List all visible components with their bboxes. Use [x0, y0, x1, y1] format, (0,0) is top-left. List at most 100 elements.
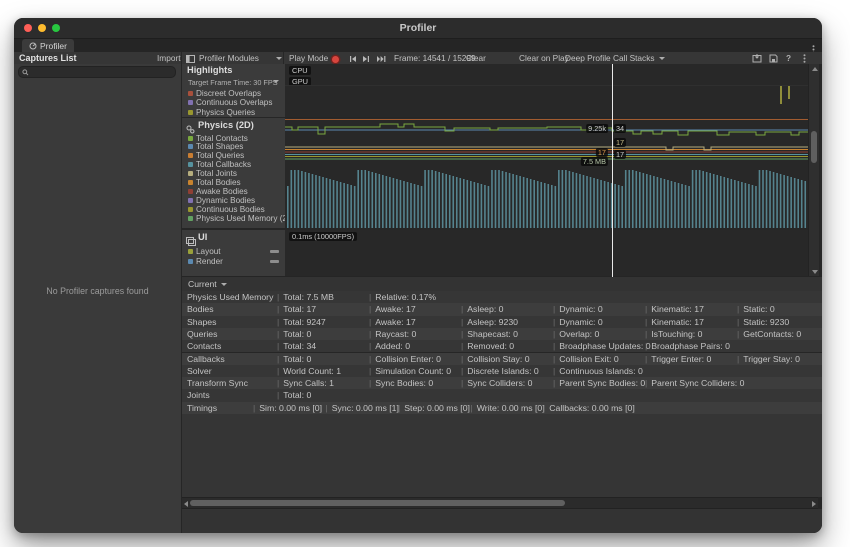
profiler-modules-arrow-icon[interactable]: [272, 52, 282, 64]
stats-cell: | GetContacts: 0: [737, 328, 802, 339]
chart-value-badge: 9.25k: [586, 124, 608, 133]
toolbar-separator: [283, 52, 284, 64]
stats-cell: | Kinematic: 17: [645, 316, 704, 327]
stats-cell: | Sync: 0.00 ms [1]: [325, 402, 399, 413]
details-horizontal-scrollbar[interactable]: [182, 497, 818, 509]
module-ui[interactable]: UI Layout Render: [182, 230, 285, 276]
stats-cell: | Awake: 17: [369, 304, 416, 315]
legend-label: Physics Queries: [196, 107, 256, 117]
stats-cell: | Sync Bodies: 0: [369, 378, 434, 389]
stats-cell: | Parent Sync Bodies: 0: [553, 378, 646, 389]
scrollbar-thumb[interactable]: [811, 131, 817, 163]
stats-row: Bodies | Total: 17 | Awake: 17 | Asleep: 0 | Dyn…: [182, 303, 822, 316]
chart-value-badge: 17: [614, 138, 627, 147]
module-title: Highlights: [187, 65, 233, 75]
play-mode-dropdown[interactable]: Play Mode: [289, 52, 339, 64]
physics2d-chart[interactable]: [285, 118, 808, 228]
stats-row-label: Transform Sync: [187, 378, 248, 389]
module-title: UI: [198, 232, 208, 242]
call-stacks-dropdown[interactable]: Call Stacks: [613, 52, 665, 64]
module-highlights[interactable]: Highlights Target Frame Time: 30 FPS Dis…: [182, 64, 285, 117]
legend-item[interactable]: Total Callbacks: [182, 160, 285, 169]
legend-item[interactable]: Continuous Bodies: [182, 205, 285, 214]
stats-row: Physics Used Memory | Total: 7.5 MB | Relati…: [182, 291, 822, 304]
stats-row: Shapes | Total: 9247 | Awake: 17 | Asleep: 923…: [182, 315, 822, 328]
legend-item[interactable]: Awake Bodies: [182, 187, 285, 196]
legend-swatch-icon: [188, 144, 193, 150]
stats-cell: | Sim: 0.00 ms [0]: [253, 402, 323, 413]
stats-cell: | Sync Colliders: 0: [461, 378, 533, 389]
legend-item[interactable]: Continuous Overlaps: [182, 98, 285, 107]
legend-label: Continuous Overlaps: [196, 98, 273, 108]
legend-item[interactable]: Total Queries: [182, 151, 285, 160]
window-title: Profiler: [399, 22, 437, 34]
legend-swatch-icon: [188, 188, 193, 194]
legend-item[interactable]: Total Contacts: [182, 134, 285, 143]
legend-swatch-icon: [188, 91, 193, 96]
stats-cell: | Added: 0: [369, 341, 411, 352]
stats-row-label: Shapes: [187, 316, 217, 327]
legend-swatch-icon: [188, 109, 193, 115]
ui-chart-time-label: 0.1ms (10000FPS): [289, 232, 358, 241]
stats-cell: | Collision Exit: 0: [553, 353, 619, 364]
scroll-down-icon[interactable]: [811, 270, 818, 274]
legend-swatch-icon: [188, 162, 193, 168]
target-frame-time-dropdown[interactable]: Target Frame Time: 30 FPS: [188, 78, 278, 87]
import-button[interactable]: Import: [157, 52, 181, 64]
module-physics2d[interactable]: Physics (2D) Total Contacts Total Shapes T…: [182, 118, 296, 228]
legend-item[interactable]: Total Shapes: [182, 142, 285, 151]
tab-label: Profiler: [40, 40, 67, 51]
stats-cell: | Awake: 17: [369, 316, 416, 327]
stats-cell: | Total: 0: [277, 390, 312, 401]
clear-button[interactable]: Clear: [466, 52, 486, 64]
stats-mode-label: Current: [188, 279, 217, 289]
physics-queries-spike: [788, 86, 790, 99]
chart-value-badge: 17: [595, 148, 608, 157]
search-input[interactable]: [18, 66, 176, 78]
legend-swatch-icon: [188, 258, 193, 264]
stats-row: Solver | World Count: 1 | Simulation Count: …: [182, 364, 822, 378]
legend-item[interactable]: Render: [182, 257, 285, 266]
legend-item[interactable]: Physics Queries: [182, 108, 285, 117]
legend-label: Dynamic Bodies: [196, 195, 256, 205]
stats-cell: | Total: 7.5 MB: [277, 292, 334, 302]
legend-swatch-icon: [188, 249, 193, 254]
profiler-modules-dropdown[interactable]: Profiler Modules: [199, 52, 259, 64]
stats-cell: | Static: 9230: [737, 316, 790, 327]
scroll-left-icon[interactable]: [184, 500, 188, 507]
stats-row-label: Contacts: [187, 341, 222, 352]
physics-queries-spike: [780, 86, 782, 104]
tab-profiler[interactable]: Profiler: [22, 39, 74, 52]
stats-row: Queries | Total: 0 | Raycast: 0 | Shapecast: 0…: [182, 327, 822, 341]
help-icon[interactable]: ?: [786, 52, 791, 64]
stats-mode-dropdown[interactable]: Current: [182, 276, 822, 292]
module-title: Physics (2D): [198, 120, 254, 130]
legend-item[interactable]: Total Joints: [182, 169, 285, 178]
stats-row-label: Bodies: [187, 304, 214, 315]
stats-row: Timings | Sim: 0.00 ms [0] | Sync: 0.00 ms […: [182, 401, 822, 414]
toolbar-separator: [181, 52, 182, 64]
legend-label: Total Shapes: [196, 142, 244, 152]
legend-item[interactable]: Total Bodies: [182, 178, 285, 187]
selected-frame-indicator[interactable]: [612, 64, 613, 277]
stats-cell: | Collision Stay: 0: [461, 353, 530, 364]
scrollbar-thumb[interactable]: [190, 500, 565, 506]
deep-profile-button[interactable]: Deep Profile: [565, 52, 611, 64]
ui-chart[interactable]: 0.1ms (10000FPS): [285, 230, 808, 276]
stats-cell: | Sync Calls: 1: [277, 378, 334, 389]
legend-item[interactable]: Layout: [182, 247, 285, 256]
titlebar[interactable]: Profiler: [14, 18, 822, 39]
legend-swatch-icon: [188, 100, 193, 106]
charts-vertical-scrollbar[interactable]: [808, 64, 819, 277]
legend-item[interactable]: Dynamic Bodies: [182, 196, 285, 205]
legend-item[interactable]: Discreet Overlaps: [182, 89, 285, 98]
highlights-chart[interactable]: CPU GPU: [285, 64, 808, 117]
legend-item[interactable]: Physics Used Memory (2D): [182, 214, 296, 223]
legend-swatch-icon: [188, 135, 193, 141]
legend-label: Discreet Overlaps: [196, 89, 262, 98]
clear-on-play-button[interactable]: Clear on Play: [519, 52, 569, 64]
stats-cell: | Relative: 0.17%: [369, 292, 437, 302]
scroll-right-icon[interactable]: [812, 500, 816, 507]
scroll-up-icon[interactable]: [811, 67, 818, 71]
stats-cell: | Broadphase Pairs: 0: [645, 341, 730, 352]
